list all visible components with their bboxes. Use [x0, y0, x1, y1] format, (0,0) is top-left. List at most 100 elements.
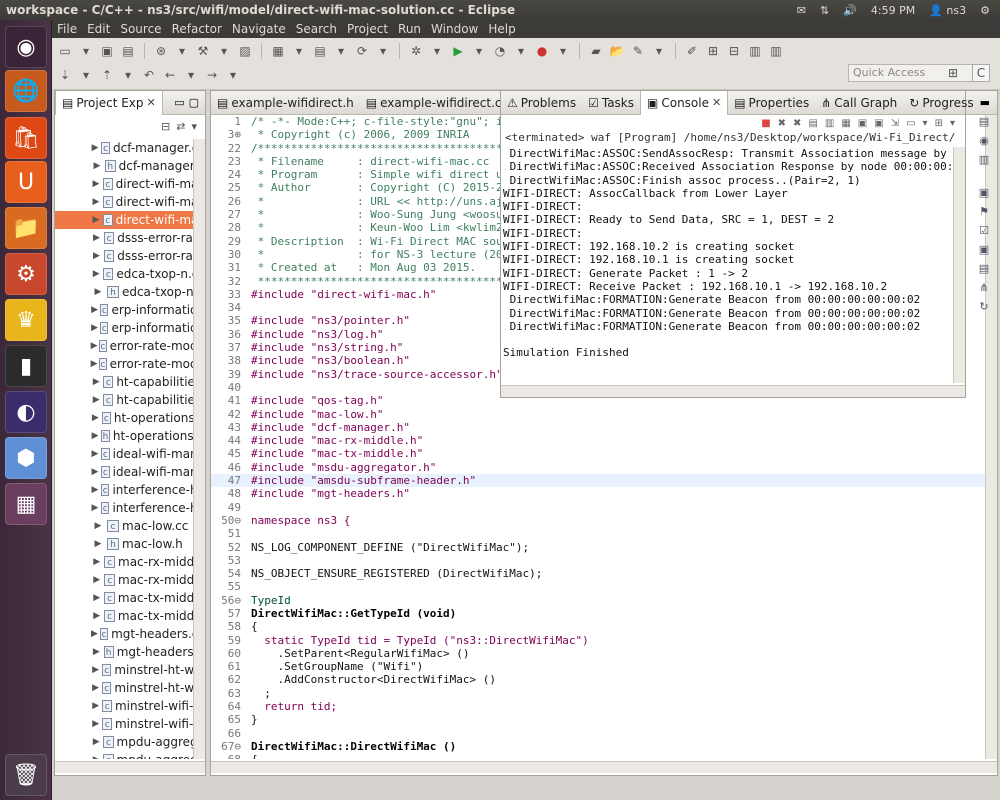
ubuntu-one-icon[interactable]: U — [5, 161, 47, 203]
dropdown-icon[interactable]: ▾ — [77, 42, 95, 60]
tree-item[interactable]: ▶ h dcf-manager.h — [55, 157, 205, 175]
expand-arrow-icon[interactable]: ▶ — [89, 557, 104, 567]
tree-item[interactable]: ▶ c mac-tx-middle — [55, 607, 205, 625]
profile-icon[interactable]: ◔ — [491, 42, 509, 60]
progress-view-icon[interactable]: ↻ — [979, 300, 988, 313]
expand-arrow-icon[interactable]: ▶ — [89, 539, 107, 549]
outline-icon[interactable]: ▤ — [979, 115, 989, 128]
trash-icon[interactable]: 🗑 — [5, 754, 47, 796]
remove-all-icon[interactable]: ✖ — [793, 118, 801, 129]
scroll-lock-icon[interactable]: ▥ — [825, 118, 834, 129]
menu-refactor[interactable]: Refactor — [167, 22, 227, 36]
new-file-icon[interactable]: ▤ — [311, 42, 329, 60]
tab-call-graph[interactable]: ⋔ Call Graph — [815, 91, 903, 115]
last-edit-icon[interactable]: ↶ — [140, 66, 158, 84]
horizontal-scrollbar[interactable] — [55, 761, 205, 773]
expand-arrow-icon[interactable]: ▶ — [89, 665, 102, 675]
menu-source[interactable]: Source — [115, 22, 166, 36]
tree-item[interactable]: ▶ c erp-information — [55, 301, 205, 319]
make-targets-icon[interactable]: ◉ — [979, 134, 989, 147]
tree-item[interactable]: ▶ c interference-he — [55, 499, 205, 517]
expand-arrow-icon[interactable]: ▶ — [89, 575, 104, 585]
network-icon[interactable]: ⇅ — [820, 4, 829, 17]
expand-arrow-icon[interactable]: ▶ — [89, 485, 101, 495]
run-icon[interactable]: ▶ — [449, 42, 467, 60]
expand-arrow-icon[interactable]: ▶ — [89, 269, 103, 279]
console-view-icon[interactable]: ▣ — [979, 243, 989, 256]
clear-console-icon[interactable]: ▤ — [808, 118, 817, 129]
expand-arrow-icon[interactable]: ▶ — [89, 143, 101, 153]
tab-project-explorer[interactable]: ▤ Project Exp ✕ — [55, 90, 163, 115]
dropdown-icon[interactable]: ▾ — [332, 42, 350, 60]
system-settings-icon[interactable]: ⚙ — [5, 253, 47, 295]
tree-item[interactable]: ▶ c direct-wifi-mac — [55, 211, 205, 229]
link-editor-icon[interactable]: ⇄ — [176, 120, 185, 133]
tree-item[interactable]: ▶ c ht-operations.c — [55, 409, 205, 427]
tab-console[interactable]: ▣ Console ✕ — [640, 90, 729, 115]
dropdown-icon[interactable]: ▾ — [224, 66, 242, 84]
dropdown-icon[interactable]: ▾ — [950, 118, 955, 129]
problems-view-icon[interactable]: ⚑ — [979, 205, 989, 218]
mail-icon[interactable]: ✉ — [797, 4, 806, 17]
dropdown-icon[interactable]: ▾ — [173, 42, 191, 60]
dropdown-icon[interactable]: ▾ — [650, 42, 668, 60]
back-icon[interactable]: ← — [161, 66, 179, 84]
debug-icon[interactable]: ✲ — [407, 42, 425, 60]
show-stderr-icon[interactable]: ▣ — [874, 118, 883, 129]
expand-arrow-icon[interactable]: ▶ — [89, 179, 103, 189]
tree-item[interactable]: ▶ c interference-he — [55, 481, 205, 499]
expand-arrow-icon[interactable]: ▶ — [89, 611, 104, 621]
tree-item[interactable]: ▶ h mac-low.h — [55, 535, 205, 553]
tab-progress[interactable]: ↻ Progress — [903, 91, 979, 115]
dropdown-icon[interactable]: ▾ — [290, 42, 308, 60]
collapse-all-icon[interactable]: ⊟ — [161, 120, 170, 133]
dropdown-icon[interactable]: ▾ — [215, 42, 233, 60]
expand-arrow-icon[interactable]: ▶ — [89, 197, 103, 207]
workspace-switcher-icon[interactable]: ▦ — [5, 483, 47, 525]
maximize-icon[interactable]: ▢ — [189, 96, 205, 109]
target-icon[interactable]: ⊛ — [152, 42, 170, 60]
files-icon[interactable]: 📁 — [5, 207, 47, 249]
minimize-icon[interactable]: ▬ — [980, 96, 996, 109]
expand-arrow-icon[interactable]: ▶ — [89, 521, 107, 531]
terminal-icon[interactable]: ▮ — [5, 345, 47, 387]
properties-view-icon[interactable]: ▤ — [979, 262, 989, 275]
crown-app-icon[interactable]: ♛ — [5, 299, 47, 341]
expand-arrow-icon[interactable]: ▶ — [89, 503, 101, 513]
save-icon[interactable]: ▣ — [98, 42, 116, 60]
expand-arrow-icon[interactable]: ▶ — [89, 449, 101, 459]
tree-item[interactable]: ▶ c error-rate-mode — [55, 355, 205, 373]
build-all-icon[interactable]: ▨ — [236, 42, 254, 60]
tree-item[interactable]: ▶ c ht-capabilities. — [55, 373, 205, 391]
menu-search[interactable]: Search — [291, 22, 342, 36]
menu-edit[interactable]: Edit — [82, 22, 115, 36]
tree-item[interactable]: ▶ c ht-capabilities. — [55, 391, 205, 409]
mark-icon[interactable]: ⊟ — [725, 42, 743, 60]
tree-item[interactable]: ▶ h mgt-headers.h — [55, 643, 205, 661]
block-icon[interactable]: ▥ — [767, 42, 785, 60]
minimize-icon[interactable]: ▭ — [174, 96, 188, 109]
expand-arrow-icon[interactable]: ▶ — [89, 215, 103, 225]
close-icon[interactable]: ✕ — [712, 96, 721, 109]
tree-item[interactable]: ▶ c error-rate-mode — [55, 337, 205, 355]
dropdown-icon[interactable]: ▾ — [923, 118, 928, 129]
expand-arrow-icon[interactable]: ▶ — [89, 341, 99, 351]
console-output[interactable]: DirectWifiMac:ASSOC:SendAssocResp: Trans… — [503, 147, 953, 383]
expand-arrow-icon[interactable]: ▶ — [89, 629, 100, 639]
tree-item[interactable]: ▶ c erp-information — [55, 319, 205, 337]
expand-arrow-icon[interactable]: ▶ — [89, 413, 102, 423]
tree-item[interactable]: ▶ c dsss-error-rate — [55, 229, 205, 247]
clock[interactable]: 4:59 PM — [871, 4, 915, 17]
menu-run[interactable]: Run — [393, 22, 426, 36]
expand-arrow-icon[interactable]: ▶ — [89, 719, 102, 729]
dropdown-icon[interactable]: ▾ — [182, 66, 200, 84]
include-browser-icon[interactable]: ▥ — [979, 153, 989, 166]
tree-item[interactable]: ▶ c minstrel-ht-wifi — [55, 661, 205, 679]
expand-arrow-icon[interactable]: ▶ — [89, 431, 101, 441]
open-folder-icon[interactable]: 📂 — [608, 42, 626, 60]
menu-project[interactable]: Project — [342, 22, 393, 36]
refresh-icon[interactable]: ⟳ — [353, 42, 371, 60]
tree-item[interactable]: ▶ c minstrel-wifi-m — [55, 715, 205, 733]
save-all-icon[interactable]: ▤ — [119, 42, 137, 60]
dropdown-icon[interactable]: ▾ — [428, 42, 446, 60]
